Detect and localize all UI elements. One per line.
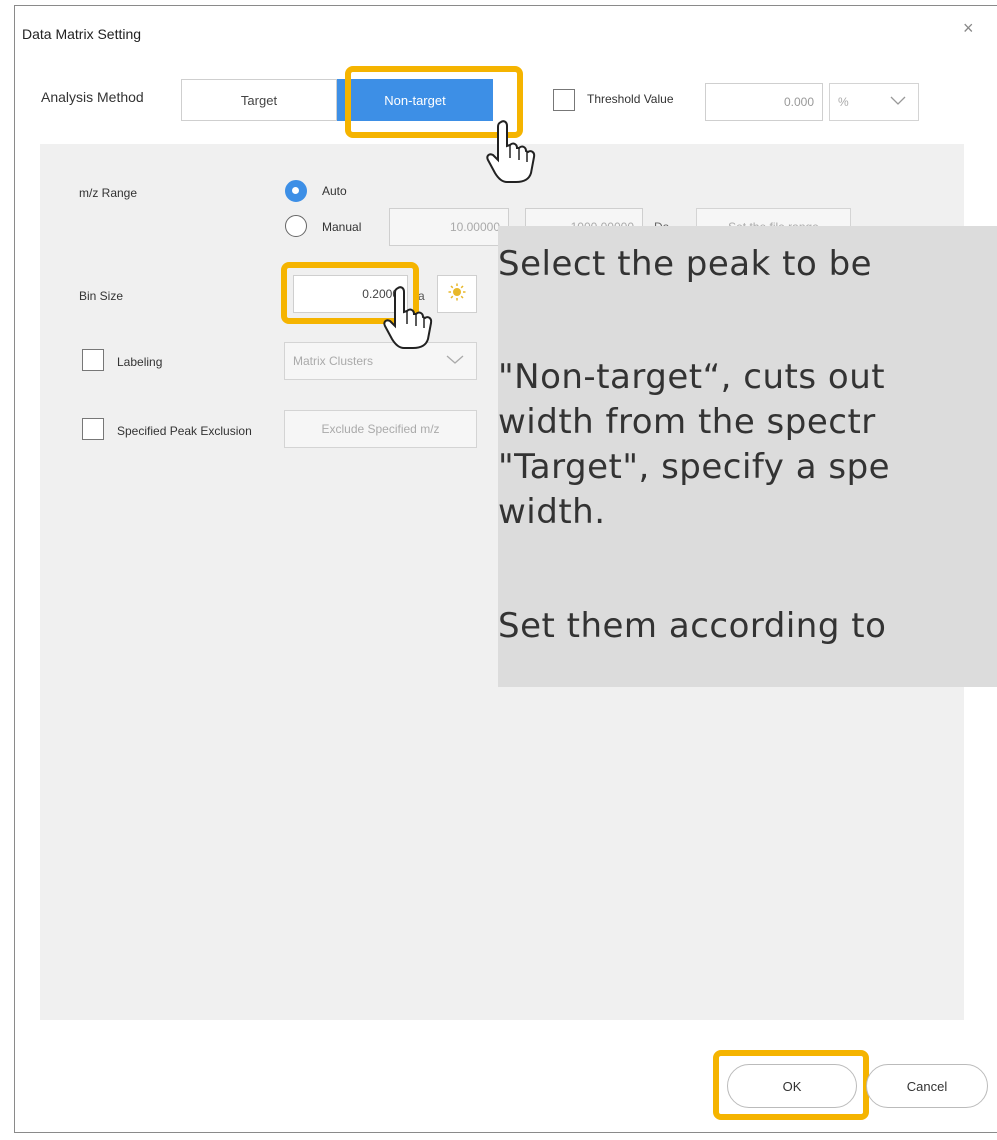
target-button[interactable]: Target [181, 79, 337, 121]
bin-size-input[interactable]: 0.2000 [293, 275, 408, 313]
threshold-unit-select[interactable]: % [829, 83, 919, 121]
chevron-down-icon [446, 354, 464, 368]
tooltip-line: Set them according to [498, 606, 887, 646]
labeling-dropdown[interactable]: Matrix Clusters [284, 342, 477, 380]
exclude-specified-mz-button[interactable]: Exclude Specified m/z [284, 410, 477, 448]
mz-min-input[interactable]: 10.00000 [389, 208, 509, 246]
threshold-unit-value: % [838, 95, 849, 109]
tooltip-line: "Target", specify a spe [498, 447, 891, 487]
labeling-dropdown-value: Matrix Clusters [293, 354, 374, 368]
peak-exclusion-checkbox[interactable] [82, 418, 104, 440]
tooltip-line: Select the peak to be [498, 244, 873, 284]
non-target-button[interactable]: Non-target [337, 79, 493, 121]
tooltip-line: "Non-target“, cuts out [498, 357, 886, 397]
cancel-button[interactable]: Cancel [866, 1064, 988, 1108]
dialog-title: Data Matrix Setting [22, 26, 142, 42]
analysis-method-label: Analysis Method [41, 89, 144, 105]
sun-icon [448, 283, 466, 306]
bin-size-unit: a [418, 289, 425, 303]
mz-manual-radio[interactable] [285, 215, 307, 237]
close-icon[interactable]: × [963, 18, 974, 39]
threshold-input[interactable]: 0.000 [705, 83, 823, 121]
tooltip-overlay: Select the peak to be "Non-target“, cuts… [498, 226, 997, 687]
mz-auto-label: Auto [322, 184, 347, 198]
labeling-label: Labeling [117, 355, 163, 369]
mz-manual-label: Manual [322, 220, 362, 234]
mz-auto-radio[interactable] [285, 180, 307, 202]
bin-size-label: Bin Size [79, 289, 124, 303]
tooltip-line: width. [498, 492, 606, 532]
peak-exclusion-label: Specified Peak Exclusion [117, 424, 252, 438]
threshold-label: Threshold Value [587, 92, 674, 106]
chevron-down-icon [890, 95, 906, 109]
mz-range-label: m/z Range [79, 186, 138, 200]
auto-bin-button[interactable] [437, 275, 477, 313]
tooltip-line: width from the spectr [498, 402, 876, 442]
threshold-checkbox[interactable] [553, 89, 575, 111]
labeling-checkbox[interactable] [82, 349, 104, 371]
ok-button[interactable]: OK [727, 1064, 857, 1108]
